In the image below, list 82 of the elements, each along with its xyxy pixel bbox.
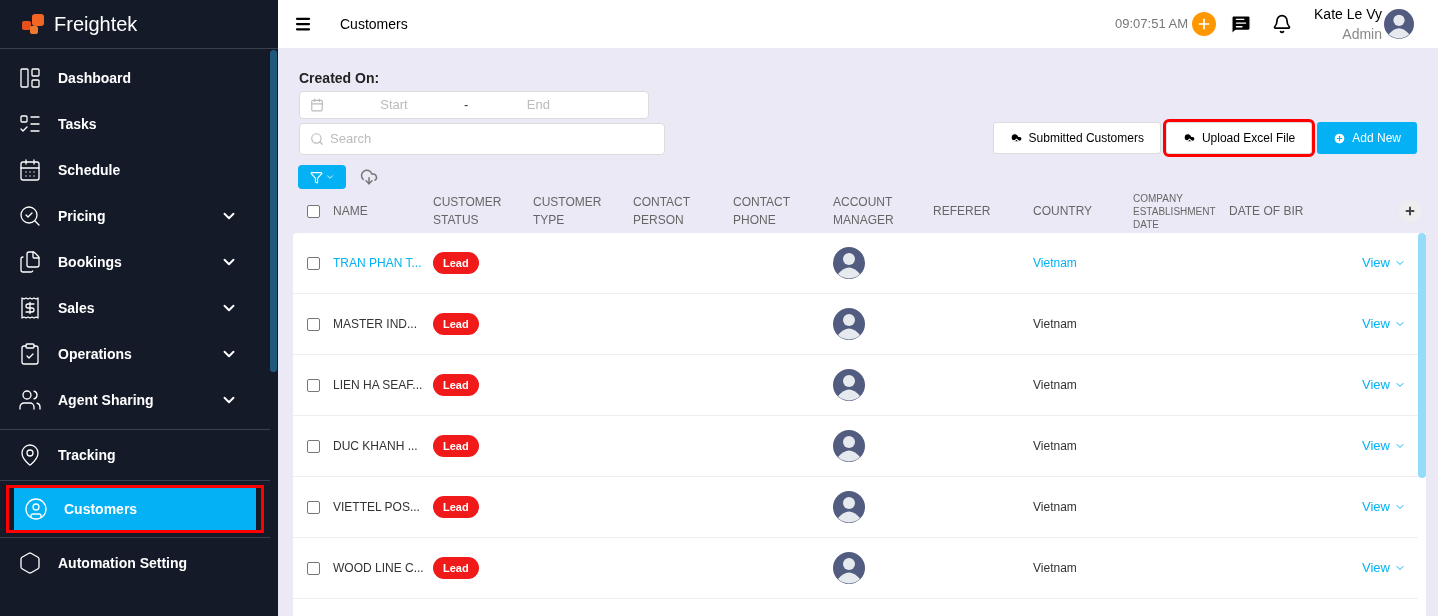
clock-time: 09:07:51 AM bbox=[1115, 15, 1188, 34]
avatar bbox=[833, 552, 865, 584]
sidebar-item[interactable]: Bookings bbox=[8, 241, 262, 283]
country-cell-text: Vietnam bbox=[1033, 255, 1078, 272]
customer-name[interactable]: MASTER IND... bbox=[333, 315, 433, 333]
avatar bbox=[833, 369, 865, 401]
customer-name[interactable]: VIETTEL POS... bbox=[333, 498, 433, 516]
checkbox[interactable] bbox=[306, 378, 320, 392]
user-name: Kate Le Vy bbox=[1314, 5, 1382, 24]
status-badge: Lead bbox=[433, 251, 479, 275]
receipt-icon bbox=[18, 296, 42, 320]
avatar bbox=[1384, 9, 1414, 39]
customer-name[interactable]: DUC KHANH ... bbox=[333, 437, 433, 455]
plus-icon bbox=[1333, 131, 1347, 145]
column-header: ACCOUNT MANAGER bbox=[833, 194, 895, 229]
sidebar-item[interactable]: Tracking bbox=[8, 434, 262, 476]
search-icon bbox=[310, 132, 324, 146]
column-header: COMPANY ESTABLISHMENT DATE bbox=[1133, 191, 1217, 231]
logo-icon bbox=[22, 13, 46, 35]
menu-icon[interactable] bbox=[294, 15, 312, 33]
country-cell-text: Vietnam bbox=[1033, 560, 1078, 577]
user-role: Admin bbox=[1342, 25, 1382, 44]
map-pin-icon bbox=[18, 443, 42, 467]
country-cell-text: Vietnam bbox=[1033, 438, 1078, 455]
sidebar-item[interactable]: Sales bbox=[8, 287, 262, 329]
calendar-icon bbox=[18, 158, 42, 182]
plus-icon bbox=[1196, 16, 1212, 32]
user-circle-icon bbox=[24, 497, 48, 521]
sidebar-item[interactable]: Operations bbox=[8, 333, 262, 375]
status-badge: Lead bbox=[433, 312, 479, 336]
column-header: NAME bbox=[333, 203, 369, 220]
sidebar-item[interactable]: Pricing bbox=[8, 195, 262, 237]
status-badge: Lead bbox=[433, 434, 479, 458]
status-badge: Lead bbox=[433, 556, 479, 580]
sidebar-item[interactable]: Tasks bbox=[8, 103, 262, 145]
date-range-field[interactable]: Start - End bbox=[299, 91, 649, 119]
hexagon-icon bbox=[18, 551, 42, 575]
status-badge: Lead bbox=[433, 373, 479, 397]
page-title: Customers bbox=[340, 14, 408, 34]
column-header: CUSTOMER STATUS bbox=[433, 194, 503, 229]
chevron-icon bbox=[324, 172, 335, 182]
column-header: COUNTRY bbox=[1033, 203, 1094, 220]
avatar bbox=[833, 430, 865, 462]
column-header: REFERER bbox=[933, 203, 992, 220]
checkbox[interactable] bbox=[306, 204, 320, 218]
column-header: CUSTOMER TYPE bbox=[533, 194, 603, 229]
cloud-download-icon[interactable] bbox=[360, 168, 378, 186]
add-column-button[interactable] bbox=[1399, 200, 1421, 222]
plus-icon bbox=[1404, 205, 1416, 217]
status-badge: Lead bbox=[433, 495, 479, 519]
country-cell-text: Vietnam bbox=[1033, 377, 1078, 394]
avatar bbox=[833, 247, 865, 279]
column-header: CONTACT PHONE bbox=[733, 194, 791, 229]
documents-icon bbox=[18, 250, 42, 274]
chat-icon[interactable] bbox=[1230, 13, 1252, 35]
column-header: DATE OF BIR bbox=[1229, 203, 1305, 220]
calendar-icon bbox=[310, 98, 324, 112]
avatar bbox=[833, 491, 865, 523]
checkbox[interactable] bbox=[306, 561, 320, 575]
customer-name[interactable]: WOOD LINE C... bbox=[333, 559, 433, 577]
clipboard-icon bbox=[18, 342, 42, 366]
checkbox[interactable] bbox=[306, 439, 320, 453]
filter-label: Created On: bbox=[299, 69, 381, 88]
checkbox[interactable] bbox=[306, 500, 320, 514]
sidebar-item[interactable]: Automation Setting bbox=[8, 542, 270, 584]
sidebar-item[interactable]: Agent Sharing bbox=[8, 379, 262, 421]
avatar bbox=[833, 308, 865, 340]
checkbox[interactable] bbox=[306, 317, 320, 331]
checkbox[interactable] bbox=[306, 256, 320, 270]
upload-button[interactable]: Submitted Customers bbox=[992, 122, 1161, 154]
filter-icon bbox=[309, 170, 323, 184]
sidebar-item[interactable]: Dashboard bbox=[8, 57, 262, 99]
dashboard-icon bbox=[18, 66, 42, 90]
sidebar-item[interactable]: Schedule bbox=[8, 149, 262, 191]
customer-name[interactable]: LIEN HA SEAF... bbox=[333, 376, 433, 394]
column-header: CONTACT PERSON bbox=[633, 194, 691, 229]
upload-button[interactable]: Upload Excel File bbox=[1165, 122, 1313, 154]
people-icon bbox=[18, 388, 42, 412]
country-cell-text: Vietnam bbox=[1033, 316, 1078, 333]
notification-icon[interactable] bbox=[1272, 14, 1292, 34]
brand-name: Freightek bbox=[54, 12, 138, 37]
country-cell-text: Vietnam bbox=[1033, 499, 1078, 516]
